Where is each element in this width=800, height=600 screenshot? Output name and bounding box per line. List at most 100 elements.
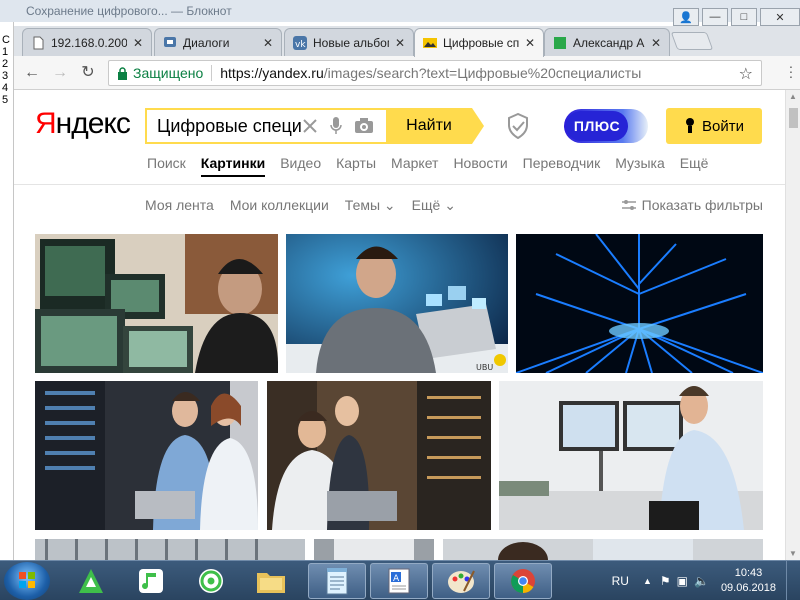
address-bar[interactable]: Защищено https://yandex.ru /images/searc… (108, 60, 762, 86)
tab-label: Цифровые специалисты (443, 36, 519, 50)
microphone-icon[interactable] (330, 117, 342, 135)
reload-icon[interactable]: ↻ (78, 64, 98, 82)
clear-icon[interactable] (302, 118, 318, 134)
plus-button[interactable]: ПЛЮС (564, 109, 648, 143)
yandex-logo[interactable]: Яндекс (35, 107, 131, 141)
image-result-server-room-couple[interactable] (35, 381, 258, 530)
tab-close-icon[interactable]: ✕ (525, 36, 535, 50)
url-path: /images/search?text=Цифровые%20специалис… (323, 65, 642, 81)
clock[interactable]: 10:43 09.06.2018 (721, 566, 776, 596)
search-tools (302, 117, 374, 135)
service-maps[interactable]: Карты (336, 155, 376, 177)
vk-icon: vk (293, 35, 307, 50)
image-result-laptop-hologram[interactable]: UBU (286, 234, 508, 373)
login-label: Войти (702, 117, 744, 135)
show-hidden-icons-icon[interactable]: ▲ (643, 576, 652, 586)
taskbar-app-mail[interactable] (182, 563, 240, 599)
subnav-more[interactable]: Ещё ⌄ (412, 197, 456, 214)
scroll-up-arrow-icon[interactable]: ▲ (789, 92, 797, 101)
volume-icon[interactable]: 🔈 (694, 574, 709, 588)
image-result-partial-3[interactable] (443, 539, 763, 560)
new-tab-button[interactable] (670, 32, 714, 50)
image-result-monitors[interactable] (35, 234, 278, 373)
bookmark-star-icon[interactable]: ☆ (739, 64, 753, 84)
tab-label: 192.168.0.200 (51, 35, 127, 50)
back-arrow-icon[interactable]: ← (22, 64, 42, 82)
image-result-thumbnail: UBU (286, 234, 508, 373)
secure-label: Защищено (133, 65, 204, 81)
service-images[interactable]: Картинки (200, 155, 266, 177)
logo-rest: ндекс (55, 107, 131, 140)
at-sign-icon (199, 569, 223, 593)
image-result-office-man[interactable] (499, 381, 763, 530)
service-market[interactable]: Маркет (391, 155, 438, 177)
image-result-partial-2[interactable] (314, 539, 434, 560)
tab-close-icon[interactable]: ✕ (133, 36, 143, 50)
bg-line: С (2, 34, 10, 46)
device-icon[interactable]: ▣ (677, 574, 688, 588)
subnav-my-feed[interactable]: Моя лента (145, 197, 214, 214)
chrome-window: 👤 — □ ✕ 192.168.0.200 ✕ Диалоги ✕ vk Нов… (14, 0, 800, 560)
image-result-server-room-team[interactable] (267, 381, 491, 530)
tab-dialogs[interactable]: Диалоги ✕ (154, 28, 282, 56)
service-translate[interactable]: Переводчик (523, 155, 601, 177)
url-host: https://yandex.ru (220, 65, 324, 81)
taskbar-app-notepad[interactable] (308, 563, 366, 599)
minimize-button[interactable]: — (702, 8, 728, 26)
image-result-thumbnail (516, 234, 763, 373)
service-search[interactable]: Поиск (147, 155, 186, 177)
service-news[interactable]: Новости (453, 155, 507, 177)
sliders-icon (621, 200, 636, 210)
tab-alexander[interactable]: Александр А... ✕ (544, 28, 670, 56)
camera-icon[interactable] (354, 118, 374, 134)
menu-icon[interactable]: · · · (788, 59, 794, 83)
taskbar-app-paint[interactable] (432, 563, 490, 599)
profile-button[interactable]: 👤 (673, 8, 699, 26)
image-result-circuit[interactable] (516, 234, 763, 373)
page-scrollbar[interactable]: ▲ ▼ (785, 90, 800, 560)
maximize-button[interactable]: □ (731, 8, 757, 26)
show-desktop-button[interactable] (786, 561, 800, 600)
close-button[interactable]: ✕ (760, 8, 800, 26)
taskbar-app-aimp[interactable] (62, 563, 120, 599)
taskbar-app-wordpad[interactable]: A (370, 563, 428, 599)
action-center-flag-icon[interactable]: ⚑ (660, 574, 671, 588)
image-result-thumbnail (314, 539, 434, 560)
tab-close-icon[interactable]: ✕ (263, 36, 273, 50)
tab-label: Диалоги (183, 35, 230, 50)
image-result-thumbnail (35, 539, 305, 560)
bg-line: 4 (2, 82, 9, 94)
subnav-themes[interactable]: Темы ⌄ (345, 197, 396, 214)
music-note-icon (139, 569, 163, 593)
language-indicator[interactable]: RU (612, 574, 629, 588)
omnibox-divider (211, 65, 213, 81)
image-result-thumbnail (499, 381, 763, 530)
tab-new-albums[interactable]: vk Новые альбомы ✕ (284, 28, 414, 56)
forward-arrow-icon[interactable]: → (50, 64, 70, 82)
secure-indicator[interactable]: Защищено (117, 65, 203, 81)
image-result-thumbnail (267, 381, 491, 530)
scroll-down-arrow-icon[interactable]: ▼ (789, 549, 797, 558)
taskbar-app-music[interactable] (122, 563, 180, 599)
tab-close-icon[interactable]: ✕ (651, 36, 661, 50)
service-more[interactable]: Ещё (680, 155, 709, 177)
show-filters-button[interactable]: Показать фильтры (621, 197, 763, 213)
filters-label: Показать фильтры (641, 197, 763, 213)
service-music[interactable]: Музыка (615, 155, 665, 177)
svg-text:A: A (393, 574, 400, 584)
login-button[interactable]: Войти (666, 108, 762, 144)
taskbar-app-explorer[interactable] (242, 563, 300, 599)
find-button[interactable]: Найти (386, 108, 484, 144)
start-button[interactable] (4, 562, 50, 600)
protection-shield-icon[interactable] (507, 113, 529, 139)
chrome-icon (511, 569, 535, 593)
subnav-my-collections[interactable]: Мои коллекции (230, 197, 329, 214)
scroll-thumb[interactable] (789, 108, 798, 128)
tab-close-icon[interactable]: ✕ (395, 36, 405, 50)
service-video[interactable]: Видео (280, 155, 321, 177)
tab-router[interactable]: 192.168.0.200 ✕ (22, 28, 152, 56)
tab-label: Александр А... (573, 35, 645, 50)
tab-digital-specialists[interactable]: Цифровые специалисты ✕ (414, 28, 544, 57)
image-result-partial-1[interactable] (35, 539, 305, 560)
taskbar-app-chrome[interactable] (494, 563, 552, 599)
